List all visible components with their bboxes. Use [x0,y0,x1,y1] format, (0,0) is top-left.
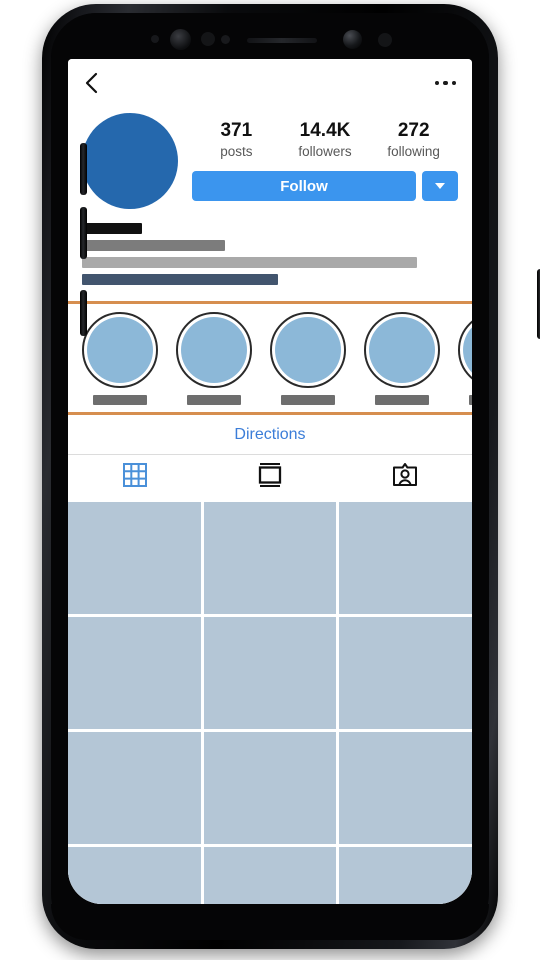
photo-grid-tile[interactable] [203,847,337,904]
follow-dropdown-button[interactable] [422,171,458,201]
photo-grid-tile[interactable] [339,617,472,729]
phone-device-frame: 371 posts 14.4K followers 272 following [42,4,540,949]
stat-followers-label: followers [298,144,352,159]
device-inner-frame: 371 posts 14.4K followers 272 following [51,13,489,940]
iris-scanner-icon [170,29,191,50]
bio-placeholder-block [68,209,472,301]
story-highlight-4[interactable] [364,312,440,405]
profile-stats: 371 posts 14.4K followers 272 following [192,119,458,161]
story-highlight-thumbnail [369,317,435,383]
story-highlight-label-placeholder [93,395,147,405]
front-camera-icon [343,30,362,49]
photo-grid-tile[interactable] [68,847,201,904]
follow-button[interactable]: Follow [192,171,416,201]
igtv-icon [257,461,283,494]
back-chevron-left-icon[interactable] [82,70,102,96]
more-horizontal-icon[interactable] [433,75,459,92]
stat-following-label: following [387,144,440,159]
top-bezel [51,13,489,59]
story-highlight-label-placeholder [469,395,472,405]
speaker-grille-icon [247,38,317,43]
profile-action-row: Follow [192,171,458,201]
story-highlight-thumbnail [463,317,472,383]
phone-screen: 371 posts 14.4K followers 272 following [68,59,472,904]
story-highlight-2[interactable] [176,312,252,405]
bio-bar [82,240,225,251]
story-highlights-row[interactable] [68,304,472,412]
photo-grid [68,499,472,904]
story-highlight-label-placeholder [187,395,241,405]
profile-header-right: 371 posts 14.4K followers 272 following [192,113,458,209]
story-highlight-1[interactable] [82,312,158,405]
bio-bar [82,223,143,234]
directions-label: Directions [234,425,306,443]
bio-bar [82,274,278,285]
proximity-sensor-icon [151,35,159,43]
story-highlight-ring [176,312,252,388]
grid-icon [122,462,148,493]
photo-grid-tile[interactable] [68,732,201,844]
photo-grid-tile[interactable] [203,502,337,614]
story-highlight-thumbnail [275,317,341,383]
bio-bar [82,257,417,268]
photo-grid-tile[interactable] [203,617,337,729]
photo-grid-tile[interactable] [68,502,201,614]
photo-grid-tile[interactable] [339,847,472,904]
stat-followers[interactable]: 14.4K followers [281,119,370,161]
volume-down-button[interactable] [80,207,87,259]
directions-row[interactable]: Directions [68,415,472,455]
photo-grid-tile[interactable] [68,617,201,729]
stat-followers-value: 14.4K [299,120,351,141]
story-highlight-label-placeholder [281,395,335,405]
story-highlight-ring [82,312,158,388]
bixby-button[interactable] [80,290,87,336]
story-highlight-thumbnail [181,317,247,383]
stat-following-value: 272 [397,120,430,141]
stat-posts[interactable]: 371 posts [192,119,281,161]
tab-igtv[interactable] [203,455,338,499]
chevron-down-icon [435,183,445,189]
sensor-dot-small-icon [221,35,230,44]
story-highlight-label-placeholder [375,395,429,405]
tab-posts-grid[interactable] [68,455,203,499]
stat-posts-label: posts [220,144,253,159]
sensor-dot-icon [378,33,392,47]
story-highlight-3[interactable] [270,312,346,405]
profile-header: 371 posts 14.4K followers 272 following [68,107,472,209]
avatar[interactable] [82,113,178,209]
profile-tab-bar [68,455,472,499]
photo-grid-tile[interactable] [339,732,472,844]
sensor-dot-icon [201,32,215,46]
story-highlight-thumbnail [87,317,153,383]
stat-following[interactable]: 272 following [369,119,458,161]
bottom-bezel [51,904,489,940]
story-highlight-5[interactable] [458,312,472,405]
stat-posts-value: 371 [220,120,253,141]
story-highlight-ring [364,312,440,388]
story-highlight-ring [458,312,472,388]
photo-grid-tile[interactable] [203,732,337,844]
navigation-bar [68,59,472,107]
story-highlight-ring [270,312,346,388]
tagged-icon [391,461,419,494]
photo-grid-tile[interactable] [339,502,472,614]
volume-up-button[interactable] [80,143,87,195]
tab-tagged[interactable] [337,455,472,499]
